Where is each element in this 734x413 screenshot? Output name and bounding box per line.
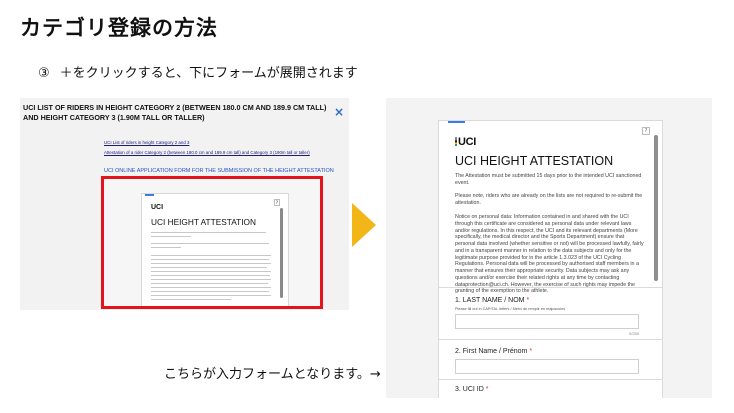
form-title: UCI HEIGHT ATTESTATION	[455, 154, 614, 168]
last-name-label: 1. LAST NAME / NOM *	[455, 297, 530, 304]
first-name-input[interactable]	[455, 359, 639, 374]
first-name-label: 2. First Name / Prénom *	[455, 348, 533, 355]
mini-scrollbar[interactable]	[280, 208, 283, 298]
attestation-link[interactable]: Attestation of a rider Category 2 (betwe…	[104, 150, 310, 155]
embedded-form-preview[interactable]: ? UCI UCI HEIGHT ATTESTATION	[141, 193, 289, 306]
form-accent-bar	[448, 121, 465, 123]
mini-text-line	[151, 279, 271, 280]
mini-uci-logo: UCI	[151, 204, 164, 211]
close-icon[interactable]: ×	[334, 105, 344, 119]
step-number: ③	[38, 66, 50, 81]
required-mark: *	[485, 386, 489, 393]
riders-list-link[interactable]: UCI List of riders in height Category 2 …	[104, 140, 189, 145]
form-description-note: Please note, riders who are already on t…	[455, 193, 643, 206]
mini-text-line	[151, 243, 269, 244]
mini-accent-bar	[145, 194, 154, 196]
mini-text-line	[151, 255, 271, 256]
mini-text-line	[151, 247, 181, 248]
section-divider	[439, 379, 662, 380]
height-attestation-form: ? UCI UCI HEIGHT ATTESTATION The Attesta…	[438, 120, 663, 398]
mini-help-icon[interactable]: ?	[273, 199, 280, 206]
mini-text-line	[151, 267, 267, 268]
required-mark: *	[529, 348, 533, 355]
mini-text-line	[151, 259, 269, 260]
mini-text-line	[151, 291, 269, 292]
mini-text-line	[151, 283, 268, 284]
mini-text-line	[151, 236, 191, 237]
mini-form-title: UCI HEIGHT ATTESTATION	[151, 217, 256, 227]
application-form-link[interactable]: UCI ONLINE APPLICATION FORM FOR THE SUBM…	[104, 168, 334, 174]
uci-logo: UCI	[455, 136, 476, 148]
form-description-deadline: The Attestation must be submitted 15 day…	[455, 173, 642, 186]
form-scrollbar[interactable]	[654, 135, 658, 281]
mini-text-line	[151, 232, 266, 233]
mini-text-line	[151, 295, 271, 296]
step-instruction: ③ ＋をクリックすると、下にフォームが展開されます	[38, 62, 358, 81]
section-divider	[439, 287, 662, 288]
uci-rainbow-stripes	[455, 137, 457, 146]
mini-text-line	[151, 275, 270, 276]
mini-text-line	[151, 271, 271, 272]
right-arrow-icon	[352, 203, 376, 247]
last-name-input[interactable]	[455, 314, 639, 329]
page-heading: UCI LIST OF RIDERS IN HEIGHT CATEGORY 2 …	[23, 103, 327, 123]
last-name-hint: Please fill out in CAPITAL letters / Mer…	[455, 307, 566, 311]
mini-text-line	[151, 299, 231, 300]
slide-title: カテゴリ登録の方法	[20, 16, 218, 40]
section-divider	[439, 339, 662, 340]
last-name-char-count: 0/255	[628, 331, 639, 336]
required-mark: *	[526, 297, 530, 304]
uci-logo-text: UCI	[458, 136, 477, 148]
mini-text-line	[151, 287, 271, 288]
step-text: ＋をクリックすると、下にフォームが展開されます	[59, 66, 358, 81]
highlight-box: ? UCI UCI HEIGHT ATTESTATION	[101, 176, 323, 309]
uci-id-label: 3. UCI ID *	[455, 386, 489, 393]
mini-text-line	[151, 263, 271, 264]
help-icon[interactable]: ?	[642, 127, 650, 135]
form-description-privacy: Notice on personal data: Information con…	[455, 214, 644, 295]
expanded-form-screenshot: ? UCI UCI HEIGHT ATTESTATION The Attesta…	[386, 98, 712, 398]
form-caption: こちらが入力フォームとなります。→	[164, 367, 381, 382]
